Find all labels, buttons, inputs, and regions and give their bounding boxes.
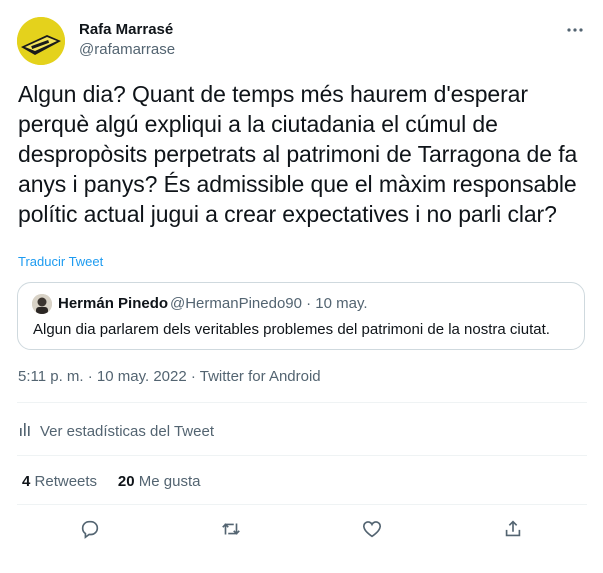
stats-label: Ver estadísticas del Tweet — [40, 422, 214, 440]
quoted-tweet[interactable]: Hermán Pinedo @HermanPinedo90 · 10 may. … — [17, 282, 585, 350]
retweet-icon[interactable] — [220, 518, 244, 542]
author-handle[interactable]: @rafamarrase — [79, 41, 175, 58]
view-stats-link[interactable]: Ver estadísticas del Tweet — [18, 421, 214, 441]
quoted-text: Algun dia parlarem dels veritables probl… — [33, 321, 550, 338]
quoted-handle-date: @HermanPinedo90 · 10 may. — [170, 295, 368, 312]
like-icon[interactable] — [361, 518, 385, 542]
reply-icon[interactable] — [79, 518, 103, 542]
divider — [17, 455, 587, 456]
author-avatar[interactable] — [17, 17, 65, 65]
quoted-avatar — [32, 294, 52, 314]
stats-icon — [18, 421, 40, 441]
tweet-meta[interactable]: 5:11 p. m. · 10 may. 2022 · Twitter for … — [18, 368, 321, 385]
divider — [17, 402, 587, 403]
divider — [17, 504, 587, 505]
share-icon[interactable] — [502, 518, 526, 542]
more-icon[interactable] — [565, 20, 585, 40]
engagement-counts: 4 Retweets 20 Me gusta — [22, 473, 200, 490]
tweet-text: Algun dia? Quant de temps més haurem d'e… — [18, 81, 578, 227]
tweet: Rafa Marrasé @rafamarrase Algun dia? Qua… — [0, 0, 603, 573]
author-name[interactable]: Rafa Marrasé — [79, 21, 173, 38]
quoted-author-name: Hermán Pinedo — [58, 295, 169, 312]
likes-count[interactable]: 20 Me gusta — [118, 473, 201, 490]
retweets-count[interactable]: 4 Retweets — [22, 473, 97, 490]
translate-link[interactable]: Traducir Tweet — [18, 254, 103, 269]
